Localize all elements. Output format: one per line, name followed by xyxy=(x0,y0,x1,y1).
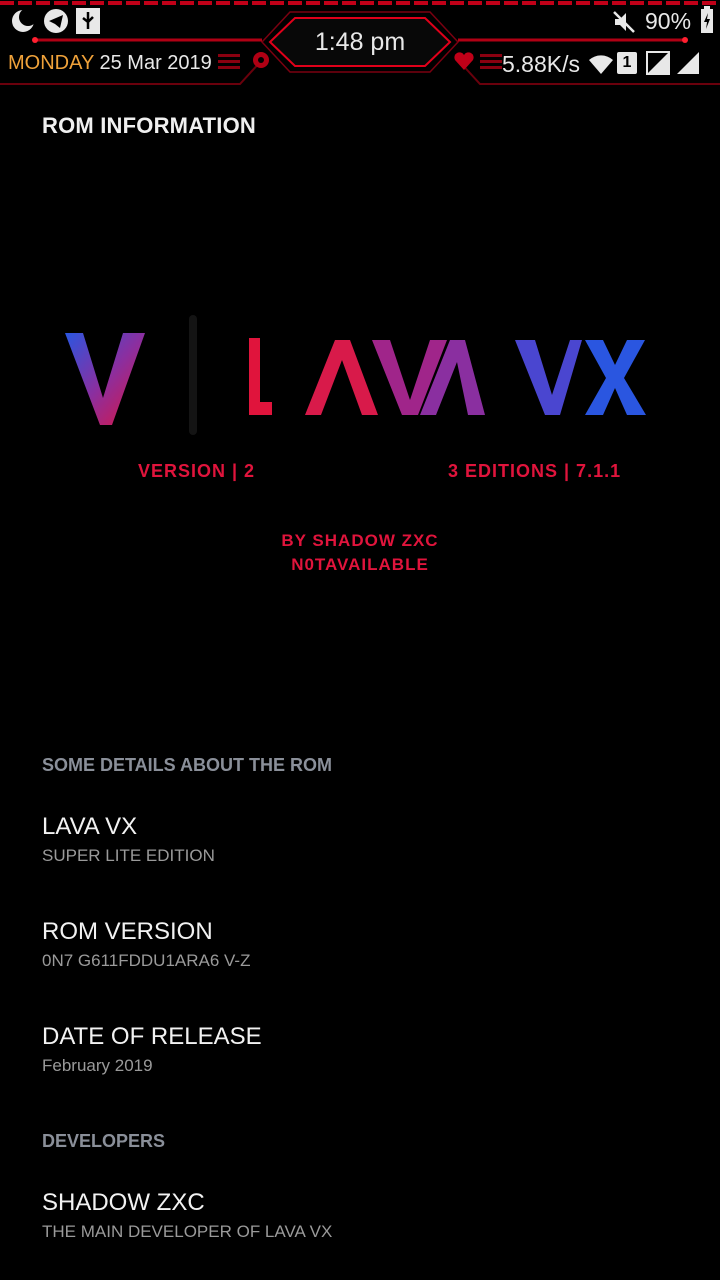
item-title: SHADOW ZXC xyxy=(42,1189,205,1216)
item-subtitle: SUPER LITE EDITION xyxy=(42,846,215,865)
developers-section-header: DEVELOPERS xyxy=(42,1131,166,1151)
usb-icon xyxy=(75,7,101,35)
list-item[interactable]: SHADOW ZXC THE MAIN DEVELOPER OF LAVA VX xyxy=(0,1176,720,1266)
wifi-icon xyxy=(588,53,614,75)
details-section-header: SOME DETAILS ABOUT THE ROM xyxy=(42,755,332,775)
battery-percent: 90% xyxy=(645,8,692,34)
signal-sim1-icon xyxy=(646,51,670,75)
author-line: BY SHADOW ZXC xyxy=(281,531,439,550)
editions-label: 3 EDITIONS | 7.1.1 xyxy=(448,461,622,481)
status-bar: MONDAY 25 Mar 2019 1:48 pm 90% 5.88K/s 1 xyxy=(0,0,720,90)
battery-charging-icon xyxy=(700,6,714,34)
moon-icon xyxy=(10,8,37,34)
rom-logo-art xyxy=(65,315,646,435)
list-item[interactable]: ROM VERSION 0N7 G611FDDU1ARA6 V-Z xyxy=(0,905,720,995)
status-date-text: 25 Mar 2019 xyxy=(99,52,212,74)
version-label: VERSION | 2 xyxy=(138,461,255,482)
network-speed: 5.88K/s xyxy=(502,51,580,77)
biohazard-icon xyxy=(250,50,272,70)
item-subtitle: 0N7 G611FDDU1ARA6 V-Z xyxy=(42,951,251,970)
list-item[interactable]: DATE OF RELEASE February 2019 xyxy=(0,1010,720,1100)
item-title: DATE OF RELEASE xyxy=(42,1023,262,1050)
status-date: MONDAY 25 Mar 2019 xyxy=(8,52,212,75)
telegram-icon xyxy=(43,8,69,34)
author-line-2: N0TAVAILABLE xyxy=(291,555,429,574)
item-subtitle: February 2019 xyxy=(42,1056,153,1075)
sim-slot-badge: 1 xyxy=(617,52,637,74)
signal-sim2-icon xyxy=(676,51,700,75)
status-day: MONDAY xyxy=(8,52,94,74)
status-clock: 1:48 pm xyxy=(314,28,406,56)
item-title: ROM VERSION xyxy=(42,918,213,945)
item-subtitle: THE MAIN DEVELOPER OF LAVA VX xyxy=(42,1222,333,1241)
heart-icon xyxy=(452,50,476,72)
rom-banner: VERSION | 2 3 EDITIONS | 7.1.1 BY SHADOW… xyxy=(0,290,720,600)
item-title: LAVA VX xyxy=(42,813,138,840)
mute-icon xyxy=(612,10,636,34)
page-title: ROM INFORMATION xyxy=(42,113,257,138)
version-label-text: VERSION | 2 xyxy=(138,461,256,481)
list-item[interactable]: LAVA VX SUPER LITE EDITION xyxy=(0,800,720,890)
